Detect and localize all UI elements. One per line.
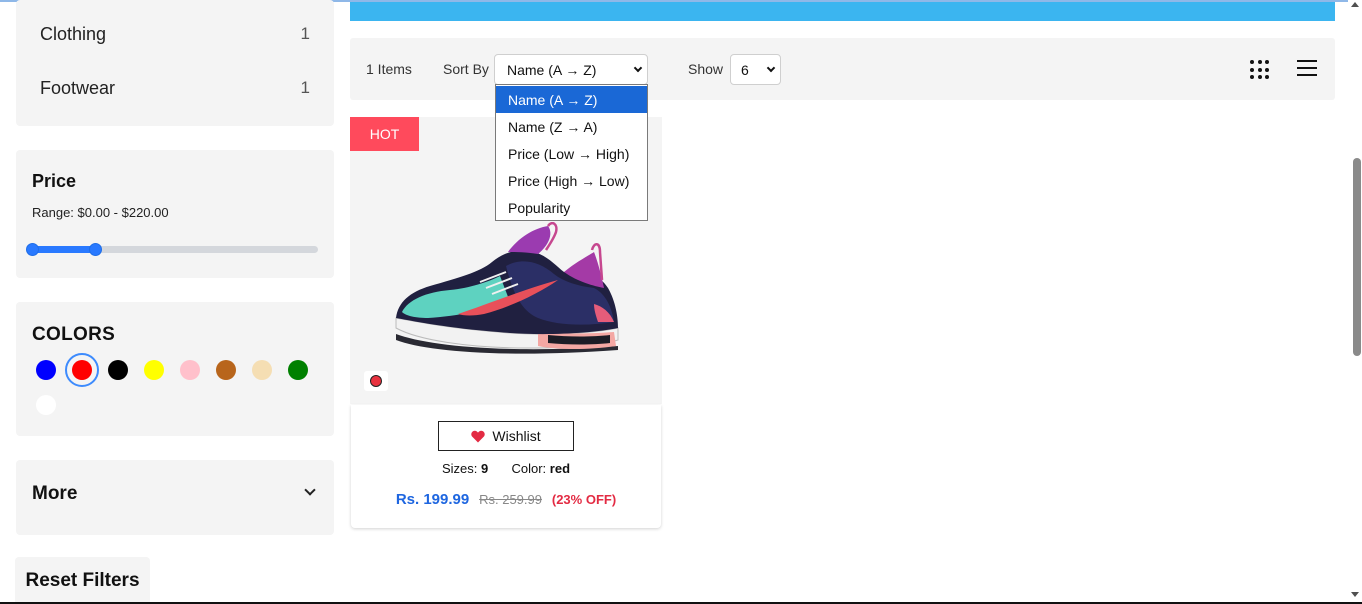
- sort-label: Sort By: [443, 61, 489, 77]
- color-swatch[interactable]: [180, 360, 200, 380]
- color-swatch[interactable]: [216, 360, 236, 380]
- category-item-footwear[interactable]: Footwear 1: [40, 78, 310, 99]
- price-title: Price: [32, 171, 77, 191]
- sort-option[interactable]: Price (High → Low): [496, 167, 647, 194]
- product-prices: Rs. 199.99 Rs. 259.99 (23% OFF): [351, 491, 661, 508]
- scroll-down-arrow-icon[interactable]: [1351, 592, 1359, 597]
- items-count: 1 Items: [366, 61, 412, 77]
- top-banner: [350, 2, 1335, 21]
- sort-option[interactable]: Price (Low → High): [496, 140, 647, 167]
- category-filter-panel: Clothing 1 Footwear 1: [16, 0, 334, 126]
- sort-dropdown-list: Name (A → Z) Name (Z → A) Price (Low → Hig…: [495, 84, 648, 221]
- color-swatch[interactable]: [288, 360, 308, 380]
- chevron-down-icon: [766, 63, 776, 73]
- color-swatch[interactable]: [36, 360, 56, 380]
- product-color-dot: [370, 375, 382, 387]
- product-shoe-image[interactable]: [388, 222, 624, 360]
- color-swatch[interactable]: [144, 360, 164, 380]
- sizes-value: 9: [481, 461, 489, 476]
- sizes-label: Sizes:: [441, 461, 478, 476]
- list-view-icon[interactable]: [1297, 60, 1317, 77]
- color-swatch[interactable]: [252, 360, 272, 380]
- color-label: Color:: [511, 461, 547, 476]
- price-max-handle[interactable]: [88, 243, 102, 256]
- price-slider-fill: [32, 246, 95, 253]
- scrollbar-thumb[interactable]: [1353, 158, 1361, 356]
- sort-option[interactable]: Popularity: [496, 194, 647, 221]
- hot-badge: HOT: [350, 117, 419, 151]
- price-range-text: Range: $0.00 - $220.00: [32, 205, 169, 220]
- sort-select-value: Name (A → Z): [507, 61, 597, 78]
- product-meta: Sizes: 9 Color: red: [351, 461, 661, 476]
- category-label: Clothing: [40, 24, 107, 44]
- color-value: red: [549, 461, 571, 476]
- heart-icon: [471, 430, 486, 442]
- category-count: 1: [300, 78, 310, 97]
- grid-view-icon[interactable]: [1250, 60, 1270, 80]
- show-label: Show: [688, 61, 724, 77]
- show-per-page-select[interactable]: 6: [730, 54, 781, 85]
- chevron-down-icon: [633, 63, 643, 73]
- wishlist-button[interactable]: Wishlist: [438, 421, 574, 451]
- color-swatch[interactable]: [36, 395, 56, 415]
- color-filter-panel: COLORS: [16, 302, 334, 436]
- price-filter-panel: Price Range: $0.00 - $220.00: [16, 150, 334, 278]
- wishlist-label: Wishlist: [492, 428, 541, 444]
- sort-select[interactable]: Name (A → Z): [494, 54, 648, 85]
- sort-option[interactable]: Name (A → Z): [496, 86, 647, 113]
- sort-option[interactable]: Name (Z → A): [496, 113, 647, 140]
- color-swatch[interactable]: [72, 360, 92, 380]
- current-price: Rs. 199.99: [395, 491, 470, 508]
- price-min-handle[interactable]: [26, 243, 39, 256]
- category-item-clothing[interactable]: Clothing 1: [40, 24, 310, 45]
- color-swatch[interactable]: [108, 360, 128, 380]
- more-filters-panel[interactable]: More: [16, 460, 334, 535]
- vertical-scrollbar[interactable]: [1348, 0, 1362, 602]
- color-swatch-box[interactable]: [364, 371, 388, 391]
- discount-percent: (23% OFF): [551, 492, 617, 507]
- scroll-up-arrow-icon[interactable]: [1351, 2, 1359, 7]
- category-label: Footwear: [40, 78, 116, 98]
- reset-filters-button[interactable]: Reset Filters: [15, 557, 150, 604]
- more-title: More: [32, 483, 78, 504]
- price-range-slider[interactable]: [26, 243, 318, 256]
- colors-title: COLORS: [32, 324, 116, 345]
- chevron-down-icon[interactable]: [304, 484, 316, 496]
- category-count: 1: [300, 24, 310, 43]
- product-info: Wishlist Sizes: 9 Color: red Rs. 199.99 …: [351, 405, 661, 528]
- original-price: Rs. 259.99: [479, 492, 542, 507]
- show-select-value: 6: [741, 61, 749, 78]
